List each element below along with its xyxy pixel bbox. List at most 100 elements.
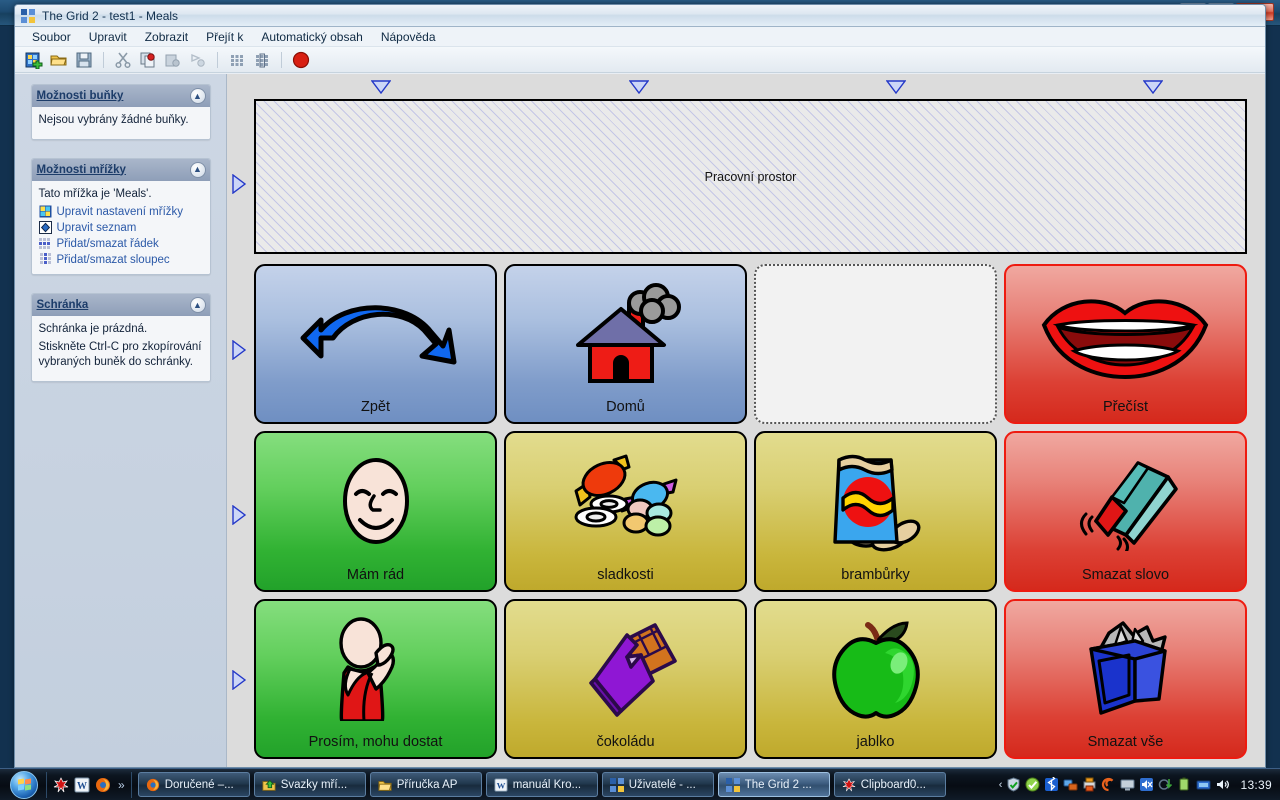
row-marker-2[interactable] [232,504,247,526]
task-button-svazky-mri[interactable]: Svazky mří... [253,772,366,797]
link-edit-grid-settings[interactable]: Upravit nastavení mřížky [39,205,203,218]
task-label: The Grid 2 ... [744,778,812,791]
column-marker-1[interactable] [370,80,392,95]
grid-cell-bramburky[interactable]: brambůrky [754,431,997,592]
speaker-icon[interactable] [1215,777,1230,792]
link-add-delete-row[interactable]: Přidat/smazat řádek [38,237,203,250]
grid-cell-zpet[interactable]: Zpět [254,264,497,425]
panel-body-cell-options: Nejsou vybrány žádné buňky. [31,107,210,139]
battery-icon[interactable] [1177,777,1192,792]
svg-text:W: W [496,780,505,790]
grid-view-icon[interactable] [226,49,248,71]
volume-mute-icon[interactable] [1139,777,1154,792]
workspace-cell[interactable]: Pracovní prostor [254,99,1247,254]
column-marker-4[interactable] [1142,80,1164,95]
panel-header-clipboard[interactable]: Schránka ▲ [31,294,210,317]
firefox-icon[interactable] [95,777,111,793]
grid-columns-icon[interactable] [251,49,273,71]
menu-item-napoveda[interactable]: Nápověda [372,28,445,46]
grid-cell-prosim-mohu-dostat[interactable]: Prosím, mohu dostat [254,598,497,759]
menu-item-soubor[interactable]: Soubor [23,28,80,46]
row-marker-workspace[interactable] [232,173,247,195]
quick-launch-more-button[interactable]: » [118,778,125,792]
row-marker-1[interactable] [232,339,247,361]
network-icon[interactable] [1063,777,1078,792]
link-add-delete-column[interactable]: Přidat/smazat sloupec [39,253,203,266]
grid-cell-smazat-slovo[interactable]: Smazat slovo [1004,431,1247,592]
app-titlebar[interactable]: The Grid 2 - test1 - Meals [15,5,1265,27]
task-button-uzivatele[interactable]: Uživatelé - ... [601,772,714,797]
panel-header-cell-options[interactable]: Možnosti buňky ▲ [31,85,210,107]
link-edit-list[interactable]: Upravit seznam [38,221,203,235]
grid-cell-smazat-vse[interactable]: Smazat vše [1004,598,1247,759]
menu-item-automaticky-obsah[interactable]: Automatický obsah [252,28,371,46]
network-status-icon[interactable] [1196,777,1211,792]
grid-cell-domu[interactable]: Domů [504,264,747,425]
grid-cell-empty[interactable] [754,264,997,425]
tray-expand-button[interactable]: ‹ [999,779,1003,791]
task-list: Doručené –... Svazky mří... Příručka AP … [137,772,946,797]
panel-clipboard: Schránka ▲ Schránka je prázdná. Stisknět… [30,293,211,382]
cell-label: Prosím, mohu dostat [308,734,443,751]
menu-item-zobrazit[interactable]: Zobrazit [136,28,197,46]
bluetooth-icon[interactable] [1044,775,1059,792]
toolbar [15,47,1265,73]
grid-app-icon [609,777,624,792]
panel-body-clipboard: Schránka je prázdná. Stiskněte Ctrl-C pr… [31,316,210,381]
task-button-clipboard0[interactable]: Clipboard0... [833,772,946,797]
column-marker-2[interactable] [628,80,650,95]
paste-icon[interactable] [162,49,184,71]
grid-cell-precist[interactable]: Přečíst [1004,264,1247,425]
sync-icon[interactable] [1158,777,1173,792]
app-title: The Grid 2 - test1 - Meals [42,8,179,23]
grid-cell-cokoladu[interactable]: čokoládu [504,598,747,759]
panel-body-grid-options: Tato mřížka je 'Meals'. Upravit nastaven… [31,180,210,275]
chevron-up-icon[interactable]: ▲ [189,161,206,178]
chevron-up-icon[interactable]: ▲ [189,88,206,104]
task-button-prirucka-ap[interactable]: Příručka AP [369,772,482,797]
task-button-dorucene[interactable]: Doručené –... [137,772,250,797]
shield-check-icon[interactable] [1006,777,1021,792]
copy-icon[interactable] [137,49,159,71]
add-column-icon [39,253,52,266]
save-icon[interactable] [73,49,95,71]
app-body: Možnosti buňky ▲ Nejsou vybrány žádné bu… [15,74,1265,767]
clipboard-red-icon[interactable] [53,776,69,793]
grid-cell-mam-rad[interactable]: Mám rád [254,431,497,592]
panel-header-grid-options[interactable]: Možnosti mřížky ▲ [31,158,210,181]
monitor-icon[interactable] [1120,777,1135,792]
grid-cell-sladkosti[interactable]: sladkosti [504,431,747,592]
windows-flag-icon [18,778,32,792]
panel-title: Schránka [36,299,89,312]
paste-special-icon[interactable] [187,49,209,71]
crisps-packet-icon [756,437,995,565]
folder-green-icon [262,778,276,792]
start-button[interactable] [10,770,38,799]
column-marker-3[interactable] [885,80,907,95]
windows-start-orb[interactable] [2,770,46,800]
taskbar-clock[interactable]: 13:39 [1240,778,1272,792]
printer-icon[interactable] [1082,777,1097,792]
menu-item-prejit-k[interactable]: Přejít k [197,28,252,46]
task-label: Svazky mří... [280,778,348,791]
task-label: Příručka AP [396,778,458,791]
sidebar: Možnosti buňky ▲ Nejsou vybrány žádné bu… [15,74,227,767]
grid-settings-icon [39,205,52,218]
cell-label: Smazat slovo [1081,566,1170,583]
chevron-up-icon[interactable]: ▲ [189,297,206,314]
task-button-manual-kro[interactable]: W manuál Kro... [485,772,598,797]
panel-text: Schránka je prázdná. [38,323,148,336]
stop-recording-icon[interactable] [290,49,312,71]
open-folder-icon[interactable] [48,49,70,71]
green-check-icon[interactable] [1025,777,1040,792]
task-button-the-grid-2[interactable]: The Grid 2 ... [717,772,830,797]
row-marker-3[interactable] [232,669,247,691]
cut-icon[interactable] [112,49,134,71]
word-icon[interactable]: W [74,777,90,793]
menu-item-upravit[interactable]: Upravit [80,28,136,46]
grid-cell-jablko[interactable]: jablko [754,598,997,759]
spiral-icon[interactable] [1101,777,1116,792]
new-grid-icon[interactable] [23,49,45,71]
back-arrow-icon [256,270,495,398]
toolbar-separator-3 [281,51,282,68]
